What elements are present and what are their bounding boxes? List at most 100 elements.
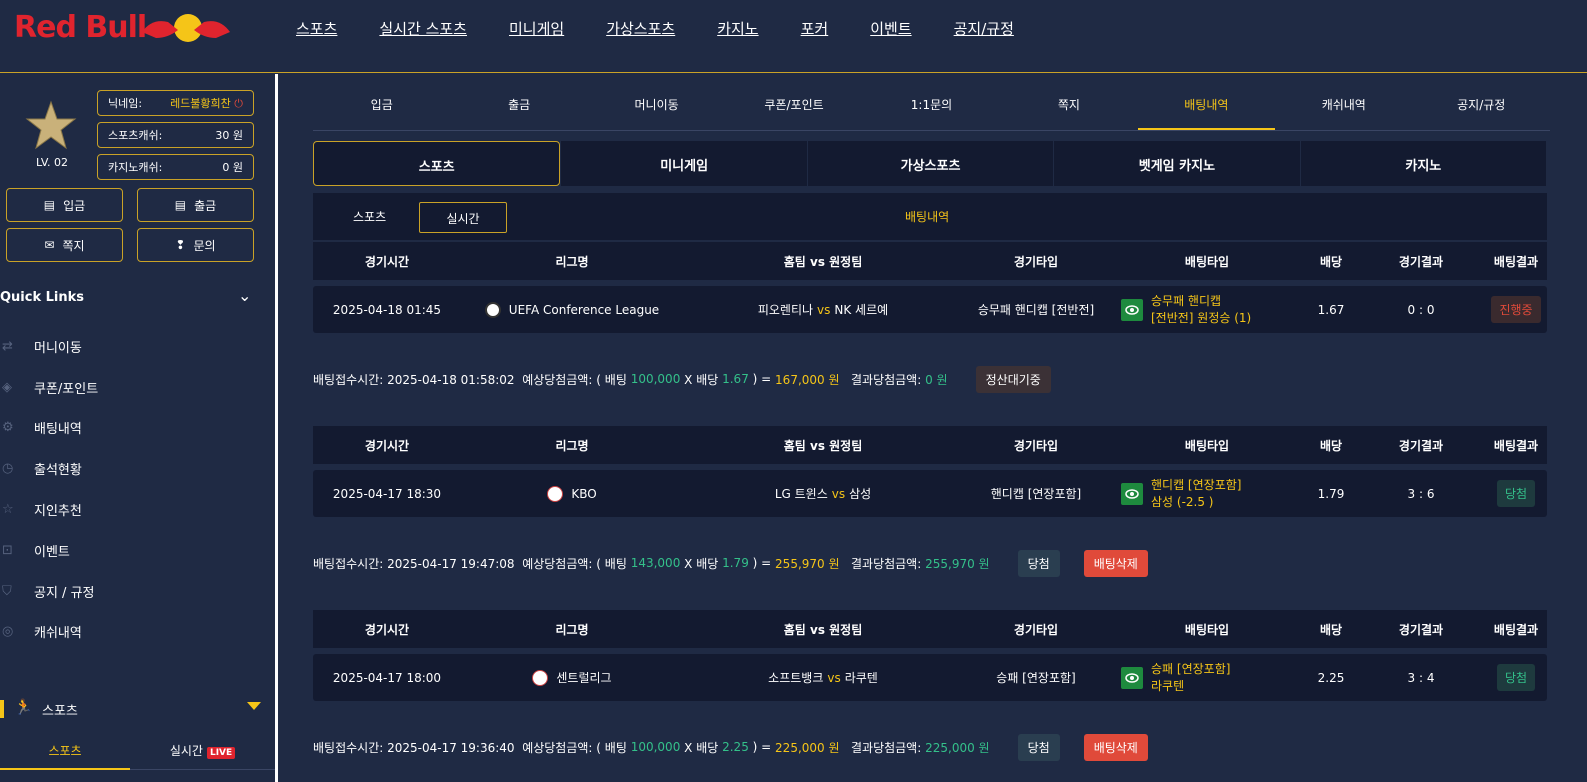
chevron-down-icon[interactable]: ⌄ <box>238 286 251 305</box>
sub-filter-bar: 스포츠 실시간 배팅내역 <box>313 193 1547 240</box>
coin-icon: ◎ <box>2 624 14 640</box>
settlement-status-badge: 당첨 <box>1017 549 1060 577</box>
category-minigame[interactable]: 미니게임 <box>561 141 807 186</box>
sidebar-sports-section[interactable]: 🏃 스포츠 <box>0 696 275 722</box>
quick-link-coupon[interactable]: ◈ 쿠폰/포인트 <box>0 367 275 408</box>
game-category-tabs: 스포츠 미니게임 가상스포츠 벳게임 카지노 카지노 <box>313 141 1547 186</box>
tab-money-transfer[interactable]: 머니이동 <box>588 74 725 130</box>
quick-link-attendance[interactable]: ◷ 출석현황 <box>0 448 275 489</box>
col-odds: 배당 <box>1319 254 1343 269</box>
tab-deposit[interactable]: 입금 <box>313 74 450 130</box>
level-label: LV. 02 <box>36 156 69 169</box>
table-row: 2025-04-17 18:00 센트럴리그 소프트뱅크 vs 라쿠텐 승패 [연장… <box>313 654 1547 701</box>
bet-time: 2025-04-17 18:30 <box>332 486 442 501</box>
account-tabs: 입금 출금 머니이동 쿠폰/포인트 1:1문의 쪽지 배팅내역 캐쉬내역 공지/… <box>313 74 1550 131</box>
nav-sports[interactable]: 스포츠 <box>296 18 337 39</box>
redbull-logo[interactable]: Red Bull <box>14 6 234 50</box>
category-casino[interactable]: 카지노 <box>1300 141 1547 186</box>
nav-casino[interactable]: 카지노 <box>717 18 758 39</box>
bulls-icon <box>142 14 230 42</box>
quick-links-list: ⇄ 머니이동 ◈ 쿠폰/포인트 ⚙ 배팅내역 ◷ 출석현황 ☆ 지인추천 ⊡ 이벤트 ⛉ 공지… <box>0 326 275 652</box>
bet-league: UEFA Conference League <box>461 286 683 333</box>
tab-inquiry[interactable]: 1:1문의 <box>863 74 1000 130</box>
quick-link-notice[interactable]: ⛉ 공지 / 규정 <box>0 571 275 612</box>
top-header: Red Bull 스포츠 실시간 스포츠 미니게임 가상스포츠 카지노 포커 이… <box>0 0 1587 73</box>
sidebar: LV. 02 닉네임: 레드불황희찬 ⏻ 스포츠캐쉬: 30 원 카지노캐쉬: … <box>0 74 278 782</box>
status-badge: 당첨 <box>1496 480 1536 507</box>
nav-live-sports[interactable]: 실시간 스포츠 <box>379 18 467 39</box>
bet-game-type: 승무패 핸디캡 [전반전] <box>977 303 1095 317</box>
eye-icon[interactable] <box>1121 482 1143 505</box>
bet-type: 승무패 핸디캡 [전반전] 원정승 (1) <box>1121 286 1251 333</box>
withdraw-button[interactable]: ▤ 출금 <box>137 188 254 222</box>
nav-virtual-sports[interactable]: 가상스포츠 <box>606 18 675 39</box>
nav-event[interactable]: 이벤트 <box>870 18 911 39</box>
settlement-status-badge: 정산대기중 <box>975 365 1051 393</box>
message-button[interactable]: ✉ 쪽지 <box>6 228 123 262</box>
delete-bet-button[interactable]: 배팅삭제 <box>1083 549 1148 577</box>
quick-link-bet-history[interactable]: ⚙ 배팅내역 <box>0 408 275 449</box>
quick-links-title: Quick Links <box>0 290 85 305</box>
casino-cash-label: 카지노캐쉬: <box>108 161 163 174</box>
tab-message[interactable]: 쪽지 <box>1000 74 1137 130</box>
filter-live[interactable]: 실시간 <box>419 202 507 233</box>
col-game-type: 경기타입 <box>1013 254 1059 269</box>
active-indicator <box>0 700 4 718</box>
quick-link-event[interactable]: ⊡ 이벤트 <box>0 530 275 571</box>
power-icon[interactable]: ⏻ <box>234 97 243 110</box>
delete-bet-button[interactable]: 배팅삭제 <box>1083 733 1148 761</box>
nickname-value: 레드불황희찬 ⏻ <box>170 97 243 110</box>
quick-link-referral[interactable]: ☆ 지인추천 <box>0 489 275 530</box>
inquiry-button[interactable]: ❢ 문의 <box>137 228 254 262</box>
clock-icon: ◷ <box>2 461 14 477</box>
table-row: 2025-04-17 18:30 KBO LG 트윈스 vs 삼성 핸디캡 [연장포… <box>313 470 1547 517</box>
bet-teams: 소프트뱅크 vs 라쿠텐 <box>768 670 878 686</box>
ticket-icon: ◈ <box>2 379 12 395</box>
col-score: 경기결과 <box>1398 254 1444 269</box>
table-row: 2025-04-18 01:45 UEFA Conference League … <box>313 286 1547 333</box>
sports-cash-value: 30 원 <box>215 129 243 142</box>
filter-sports[interactable]: 스포츠 <box>353 208 386 225</box>
nav-poker[interactable]: 포커 <box>801 18 829 39</box>
category-sports[interactable]: 스포츠 <box>313 141 561 186</box>
bet-table-header: 경기시간 리그명 홈팀 vs 원정팀 경기타입 배팅타입 배당 경기결과 배팅결… <box>313 242 1547 280</box>
quick-link-cash-history[interactable]: ◎ 캐쉬내역 <box>0 612 275 653</box>
main-content: 입금 출금 머니이동 쿠폰/포인트 1:1문의 쪽지 배팅내역 캐쉬내역 공지/… <box>281 74 1587 782</box>
level-star-icon <box>22 100 80 156</box>
deposit-button[interactable]: ▤ 입금 <box>6 188 123 222</box>
baseball-icon <box>532 669 549 686</box>
tab-coupon[interactable]: 쿠폰/포인트 <box>725 74 862 130</box>
bet-odds: 2.25 <box>1317 670 1345 685</box>
tab-notice[interactable]: 공지/규정 <box>1413 74 1550 130</box>
chat-icon: ❢ <box>175 238 186 252</box>
sidebar-tab-sports[interactable]: 스포츠 <box>0 734 130 770</box>
sidebar-sports-label: 스포츠 <box>42 704 78 719</box>
caret-down-icon[interactable] <box>247 702 261 710</box>
bet-odds: 1.79 <box>1317 486 1345 501</box>
bet-odds: 1.67 <box>1317 302 1345 317</box>
eye-icon[interactable] <box>1121 298 1143 321</box>
category-virtual-sports[interactable]: 가상스포츠 <box>807 141 1054 186</box>
col-result: 배팅결과 <box>1493 254 1539 269</box>
category-betgame-casino[interactable]: 벳게임 카지노 <box>1054 141 1300 186</box>
soccer-ball-icon <box>484 301 501 318</box>
tab-bet-history[interactable]: 배팅내역 <box>1137 74 1276 130</box>
col-league: 리그명 <box>555 254 589 269</box>
mail-icon: ✉ <box>44 238 55 252</box>
tab-cash-history[interactable]: 캐쉬내역 <box>1275 74 1412 130</box>
bet-time: 2025-04-18 01:45 <box>332 302 442 317</box>
bet-table-header: 경기시간 리그명 홈팀 vs 원정팀 경기타입 배팅타입 배당 경기결과 배팅결… <box>313 610 1547 648</box>
settlement-status-badge: 당첨 <box>1017 733 1060 761</box>
bet-table-header: 경기시간 리그명 홈팀 vs 원정팀 경기타입 배팅타입 배당 경기결과 배팅결… <box>313 426 1547 464</box>
eye-icon[interactable] <box>1121 666 1143 689</box>
bet-type: 승패 [연장포함] 라쿠텐 <box>1121 654 1230 701</box>
sidebar-tab-live[interactable]: 실시간 LIVE <box>130 734 275 770</box>
tab-withdraw[interactable]: 출금 <box>450 74 587 130</box>
nav-minigame[interactable]: 미니게임 <box>509 18 564 39</box>
nav-notice[interactable]: 공지/규정 <box>954 18 1014 39</box>
quick-link-money-transfer[interactable]: ⇄ 머니이동 <box>0 326 275 367</box>
nickname-box: 닉네임: 레드불황희찬 ⏻ <box>97 90 254 116</box>
baseball-icon <box>547 485 564 502</box>
logo-text: Red Bull <box>14 10 147 45</box>
sidebar-sports-tabs: 스포츠 실시간 LIVE <box>0 734 275 770</box>
